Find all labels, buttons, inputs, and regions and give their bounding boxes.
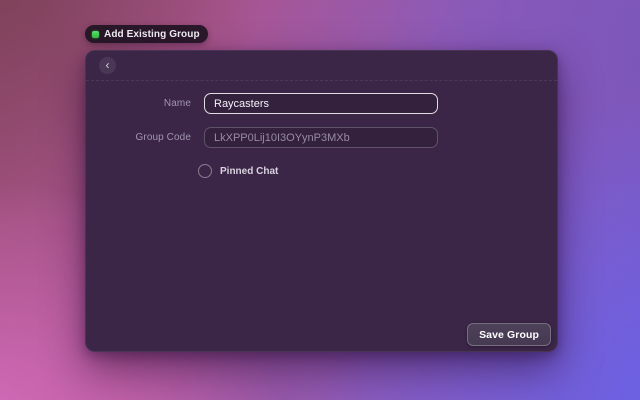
window-header: ‹ — [86, 51, 557, 81]
save-group-button[interactable]: Save Group — [467, 323, 551, 346]
group-code-input[interactable] — [204, 127, 438, 148]
app-icon — [92, 31, 99, 38]
group-code-field-row: Group Code — [86, 127, 557, 148]
back-button[interactable]: ‹ — [99, 57, 116, 74]
save-group-button-label: Save Group — [479, 329, 539, 341]
chevron-left-icon: ‹ — [106, 59, 110, 71]
command-badge-label: Add Existing Group — [104, 29, 200, 40]
desktop-background: Add Existing Group ‹ Name Group Code Pin… — [0, 0, 640, 400]
name-field-label: Name — [86, 98, 191, 109]
pinned-chat-checkbox[interactable] — [198, 164, 212, 178]
group-code-field-label: Group Code — [86, 132, 191, 143]
group-form: Name Group Code Pinned Chat — [86, 80, 557, 178]
name-field-row: Name — [86, 93, 557, 114]
name-input[interactable] — [204, 93, 438, 114]
add-existing-group-window: ‹ Name Group Code Pinned Chat Save Group — [85, 50, 558, 352]
command-badge[interactable]: Add Existing Group — [85, 25, 208, 43]
pinned-chat-label: Pinned Chat — [220, 166, 278, 177]
pinned-chat-row: Pinned Chat — [198, 164, 557, 178]
